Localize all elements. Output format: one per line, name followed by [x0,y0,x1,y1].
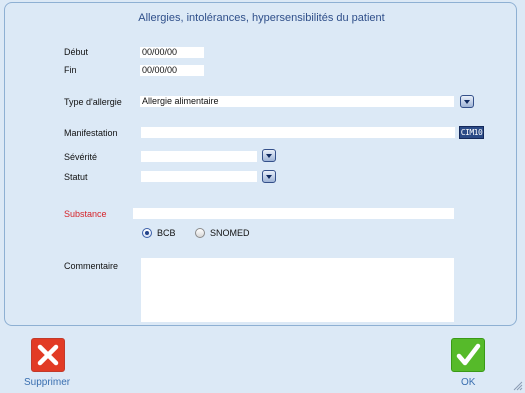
severite-dropdown-button[interactable] [262,149,276,162]
severite-field[interactable] [141,151,257,162]
debut-label: Début [64,47,89,57]
radio-bcb[interactable] [142,228,152,238]
commentaire-label: Commentaire [64,261,119,271]
statut-field[interactable] [141,171,257,182]
radio-snomed[interactable] [195,228,205,238]
radio-snomed-label: SNOMED [210,228,250,238]
type-allergie-dropdown-button[interactable] [460,95,474,108]
statut-dropdown-button[interactable] [262,170,276,183]
radio-bcb-label: BCB [157,228,176,238]
checkmark-icon [456,343,481,366]
commentaire-textarea[interactable] [141,258,454,322]
dialog-title: Allergies, intolérances, hypersensibilit… [138,12,385,24]
fin-date-field[interactable]: 00/00/00 [140,65,204,76]
type-allergie-field[interactable]: Allergie alimentaire [140,96,454,107]
cim10-button[interactable]: CIM10 [459,126,484,139]
manifestation-label: Manifestation [64,128,118,138]
substance-field[interactable] [133,208,454,219]
resize-grip-icon[interactable] [513,381,523,391]
manifestation-field[interactable] [141,127,455,138]
severite-label: Sévérité [64,152,98,162]
delete-label[interactable]: Supprimer [24,377,70,388]
fin-label: Fin [64,65,77,75]
ok-label[interactable]: OK [461,377,475,388]
delete-button[interactable] [31,338,65,372]
type-allergie-label: Type d'allergie [64,97,122,107]
debut-date-field[interactable]: 00/00/00 [140,47,204,58]
substance-label: Substance [64,209,107,219]
statut-label: Statut [64,172,88,182]
ok-button[interactable] [451,338,485,372]
close-icon [37,344,59,366]
